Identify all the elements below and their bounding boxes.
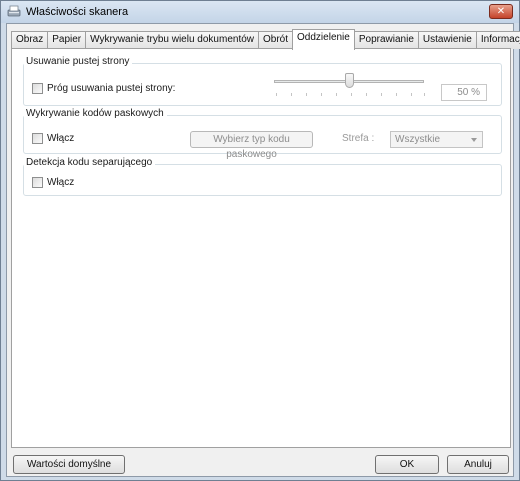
tab-strip: Obraz Papier Wykrywanie trybu wielu doku… [11, 29, 520, 50]
select-barcode-type-button[interactable]: Wybierz typ kodu paskowego [190, 131, 313, 160]
scanner-app-icon [7, 5, 21, 17]
blank-page-threshold-slider-handle[interactable] [345, 73, 354, 88]
separator-enable-checkbox[interactable] [32, 177, 43, 188]
chevron-down-icon [471, 138, 477, 142]
blank-page-removal-group: Usuwanie pustej strony Próg usuwania pus… [23, 56, 502, 106]
separator-detection-title: Detekcja kodu separującego [24, 157, 156, 168]
blank-page-threshold-value: 50 % [441, 84, 487, 101]
separator-detection-group: Detekcja kodu separującego Włącz [23, 157, 502, 196]
window-title: Właściwości skanera [26, 6, 129, 18]
tab-information[interactable]: Informacje [475, 31, 520, 49]
dialog-body: Obraz Papier Wykrywanie trybu wielu doku… [6, 23, 520, 477]
slider-tick [411, 93, 412, 96]
tab-separation[interactable]: Oddzielenie [292, 29, 355, 50]
slider-tick [366, 93, 367, 96]
tab-obraz[interactable]: Obraz [11, 31, 49, 49]
slider-tick [276, 93, 277, 96]
ok-button[interactable]: OK [375, 455, 439, 474]
blank-page-threshold-checkbox[interactable] [32, 83, 43, 94]
slider-tick [351, 93, 352, 96]
slider-tick [336, 93, 337, 96]
tab-enhancement[interactable]: Poprawianie [353, 31, 419, 49]
close-button[interactable]: ✕ [489, 4, 513, 19]
blank-page-removal-title: Usuwanie pustej strony [24, 56, 133, 67]
zone-dropdown[interactable]: Wszystkie [390, 131, 483, 148]
tab-rotation[interactable]: Obrót [258, 31, 294, 49]
slider-tick [381, 93, 382, 96]
tab-panel-separation: Usuwanie pustej strony Próg usuwania pus… [11, 48, 511, 448]
cancel-button[interactable]: Anuluj [447, 455, 509, 474]
slider-tick [424, 93, 425, 96]
separator-enable-label: Włącz [47, 177, 75, 188]
tab-papier[interactable]: Papier [47, 31, 87, 49]
tab-settings[interactable]: Ustawienie [417, 31, 477, 49]
scanner-properties-window: Właściwości skanera ✕ Obraz Papier Wykry… [0, 0, 520, 481]
barcode-detection-group: Wykrywanie kodów paskowych Włącz Wybierz… [23, 108, 502, 160]
barcode-enable-label: Włącz [47, 133, 75, 144]
barcode-enable-checkbox[interactable] [32, 133, 43, 144]
defaults-button[interactable]: Wartości domyślne [13, 455, 125, 474]
title-bar: Właściwości skanera ✕ [1, 1, 519, 23]
slider-tick [321, 93, 322, 96]
barcode-detection-title: Wykrywanie kodów paskowych [24, 108, 167, 119]
slider-tick [396, 93, 397, 96]
close-icon: ✕ [496, 6, 506, 17]
slider-tick [306, 93, 307, 96]
zone-label: Strefa : [342, 133, 375, 144]
tab-multi-document-detection[interactable]: Wykrywanie trybu wielu dokumentów [85, 31, 260, 49]
slider-tick [291, 93, 292, 96]
blank-page-threshold-label: Próg usuwania pustej strony: [47, 83, 176, 94]
zone-dropdown-value: Wszystkie [395, 134, 440, 145]
